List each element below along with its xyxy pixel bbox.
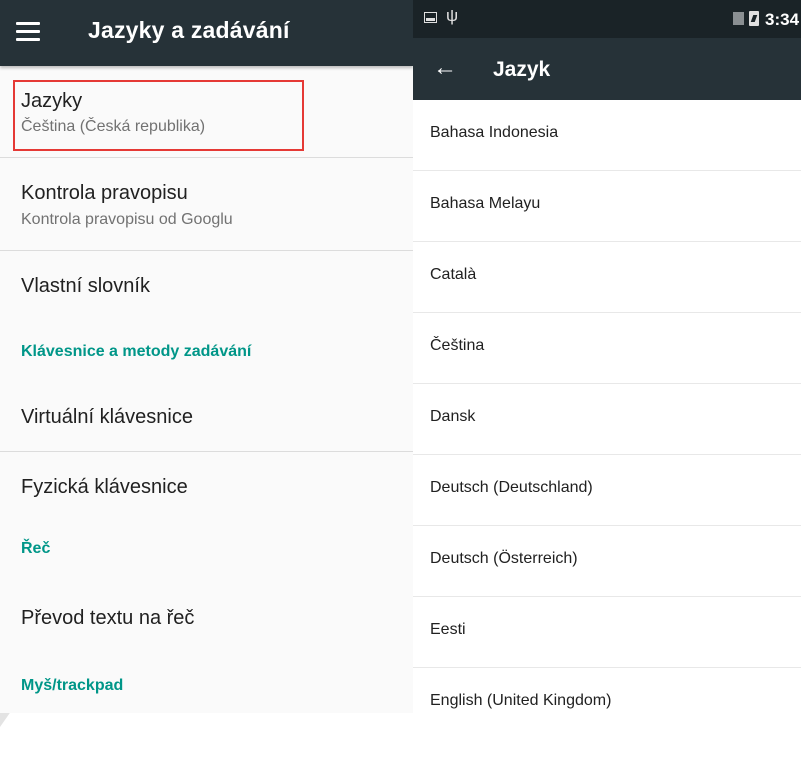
language-label: Dansk: [430, 408, 476, 425]
section-header-keyboards: Klávesnice a metody zadávání: [21, 343, 252, 360]
language-label: Bahasa Indonesia: [430, 124, 559, 141]
settings-item-spellcheck[interactable]: Kontrola pravopisu Kontrola pravopisu od…: [0, 158, 413, 250]
status-clock: 3:34 AM: [765, 10, 801, 30]
battery-charging-icon: [749, 11, 759, 26]
back-arrow-icon[interactable]: ←: [433, 56, 457, 80]
language-item[interactable]: Deutsch (Österreich): [413, 526, 801, 597]
language-item[interactable]: Deutsch (Deutschland): [413, 455, 801, 526]
image-notification-icon: [424, 12, 437, 23]
language-label: Čeština: [430, 337, 485, 354]
language-item[interactable]: Bahasa Indonesia: [413, 100, 801, 171]
settings-item-physical-keyboard[interactable]: Fyzická klávesnice: [0, 452, 413, 522]
settings-item-virtual-keyboard[interactable]: Virtuální klávesnice: [0, 382, 413, 450]
languages-input-settings-pane: Jazyky a zadávání Jazyky Čeština (Česká …: [0, 0, 413, 713]
page-title: Jazyk: [493, 58, 551, 81]
toolbar: ← Jazyk: [413, 38, 801, 100]
status-bar: ψ 3:34 AM: [413, 0, 801, 38]
item-title: Virtuální klávesnice: [21, 406, 193, 428]
section-header-mouse-trackpad: Myš/trackpad: [21, 677, 124, 694]
hamburger-menu-icon[interactable]: [16, 22, 40, 44]
language-label: Català: [430, 266, 477, 283]
item-title: Fyzická klávesnice: [21, 476, 188, 498]
item-subtitle: Kontrola pravopisu od Googlu: [21, 211, 233, 228]
language-item[interactable]: Eesti: [413, 597, 801, 668]
item-title: Kontrola pravopisu: [21, 182, 188, 204]
item-title: Převod textu na řeč: [21, 607, 195, 629]
no-sim-icon: [733, 12, 744, 25]
language-label: English (United Kingdom): [430, 692, 612, 709]
settings-item-text-to-speech[interactable]: Převod textu na řeč: [0, 582, 413, 654]
language-label: Deutsch (Österreich): [430, 550, 578, 567]
section-header-speech: Řeč: [21, 540, 51, 557]
language-item[interactable]: Čeština: [413, 313, 801, 384]
settings-item-personal-dictionary[interactable]: Vlastní slovník: [0, 251, 413, 321]
language-item[interactable]: Bahasa Melayu: [413, 171, 801, 242]
item-title: Vlastní slovník: [21, 275, 150, 297]
language-item[interactable]: Dansk: [413, 384, 801, 455]
toolbar: Jazyky a zadávání: [0, 0, 413, 66]
language-item[interactable]: Català: [413, 242, 801, 313]
language-label: Bahasa Melayu: [430, 195, 541, 212]
language-label: Eesti: [430, 621, 466, 638]
language-label: Deutsch (Deutschland): [430, 479, 593, 496]
language-picker-pane: ψ 3:34 AM ← Jazyk Bahasa Indonesia Bahas…: [413, 0, 801, 713]
highlight-box: [13, 80, 304, 151]
page-title: Jazyky a zadávání: [88, 17, 290, 43]
clock-time: 3:34: [765, 10, 800, 29]
usb-icon: ψ: [446, 6, 459, 25]
language-item[interactable]: English (United Kingdom): [413, 668, 801, 739]
